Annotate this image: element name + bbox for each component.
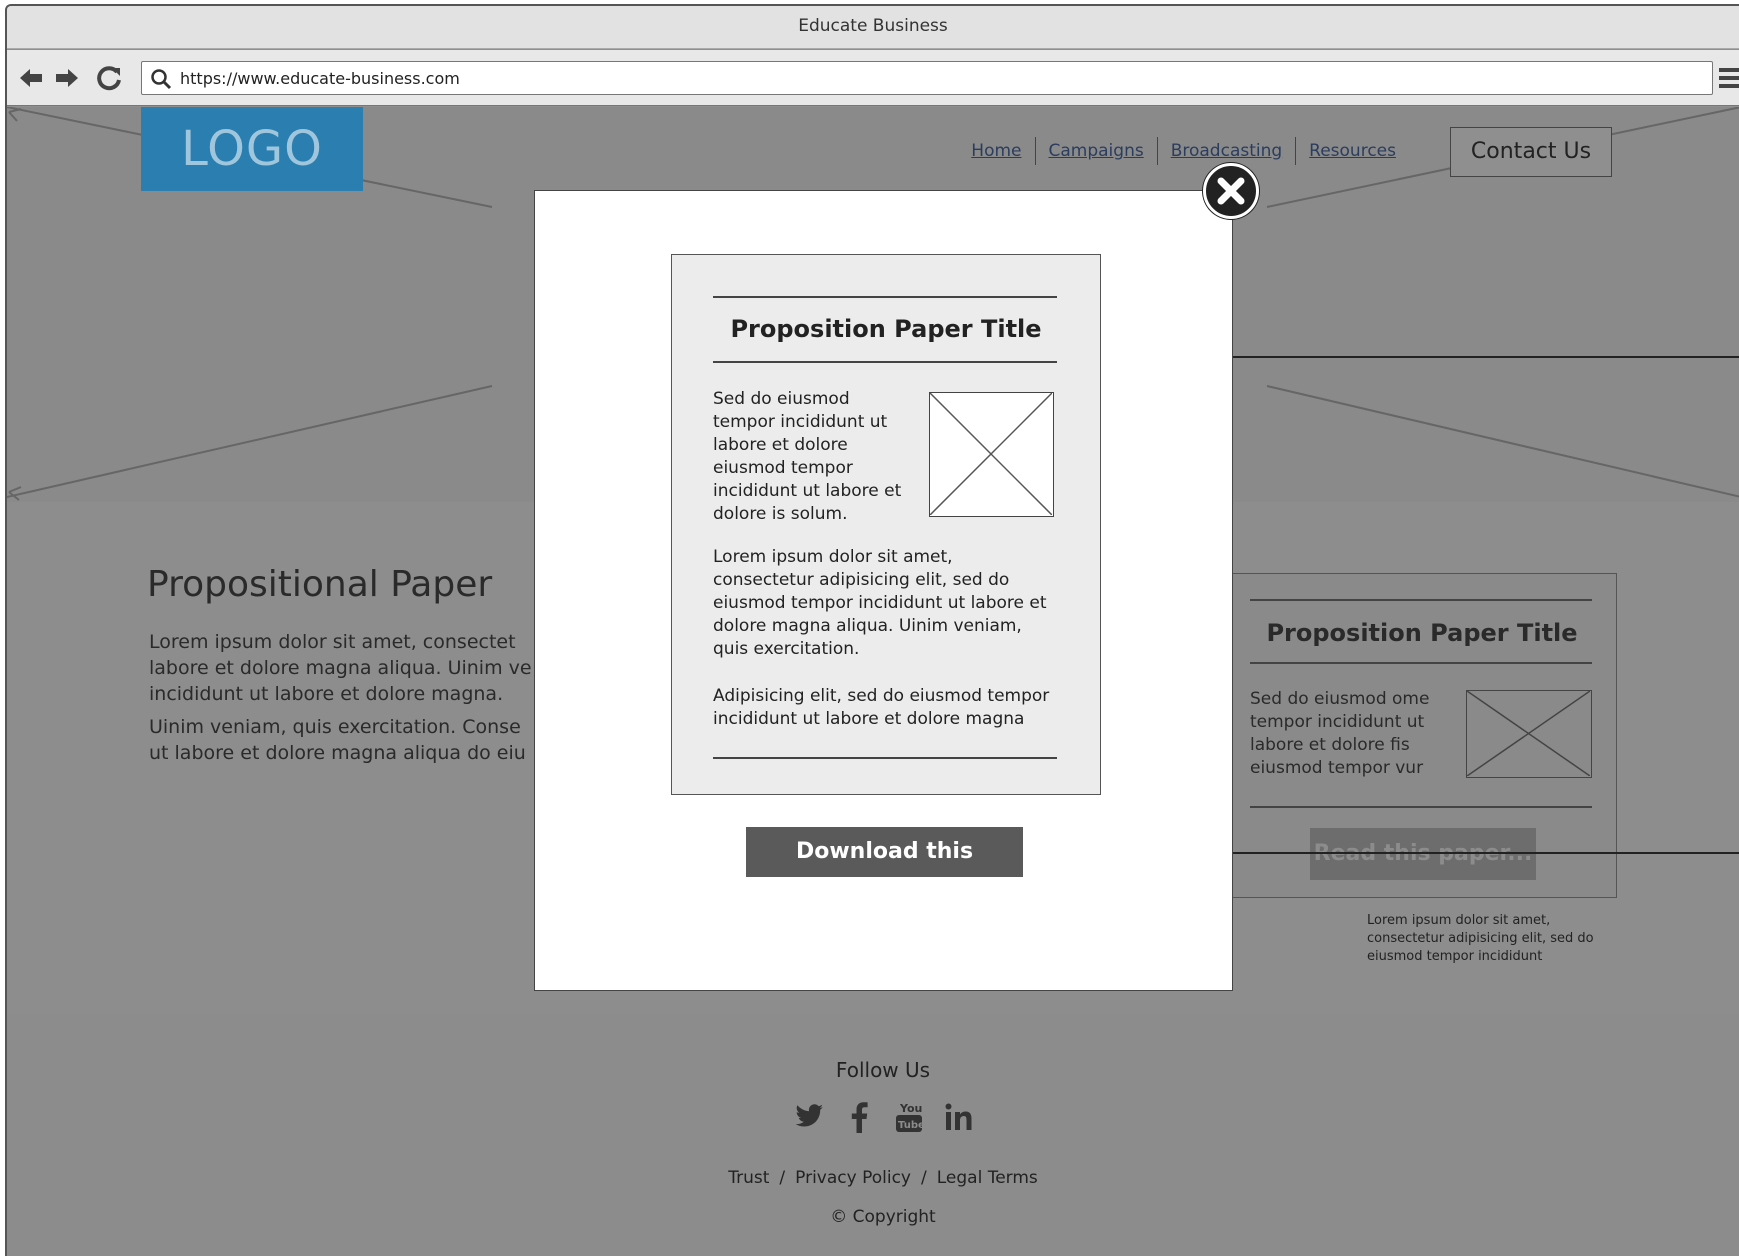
reload-icon[interactable] <box>95 64 123 92</box>
close-icon[interactable] <box>1203 163 1259 219</box>
divider <box>713 296 1057 298</box>
hamburger-menu-icon[interactable] <box>1719 66 1739 90</box>
arrow-right-icon[interactable] <box>53 64 81 92</box>
url-input[interactable] <box>180 64 1680 92</box>
browser-toolbar <box>7 50 1739 106</box>
paper-preview-modal: Proposition Paper Title Sed do eiusmod t… <box>534 163 1259 991</box>
divider <box>713 361 1057 363</box>
divider <box>713 757 1057 759</box>
search-icon <box>151 69 172 90</box>
paper-text-1: Sed do eiusmod tempor incididunt ut labo… <box>713 389 902 524</box>
browser-window: Educate Business LOGO <box>5 4 1739 1256</box>
paper-text-3: Adipisicing elit, sed do eiusmod tempor … <box>713 686 1050 729</box>
arrow-left-icon[interactable] <box>17 64 45 92</box>
window-title: Educate Business <box>7 6 1739 49</box>
paper-title: Proposition Paper Title <box>730 315 1042 343</box>
address-bar[interactable] <box>141 61 1713 95</box>
download-paper-button[interactable]: Download this paper... <box>746 827 1023 914</box>
paper-text-2: Lorem ipsum dolor sit amet, consectetur … <box>713 547 1047 659</box>
paper-preview: Proposition Paper Title Sed do eiusmod t… <box>671 254 1101 795</box>
image-placeholder <box>929 392 1054 517</box>
